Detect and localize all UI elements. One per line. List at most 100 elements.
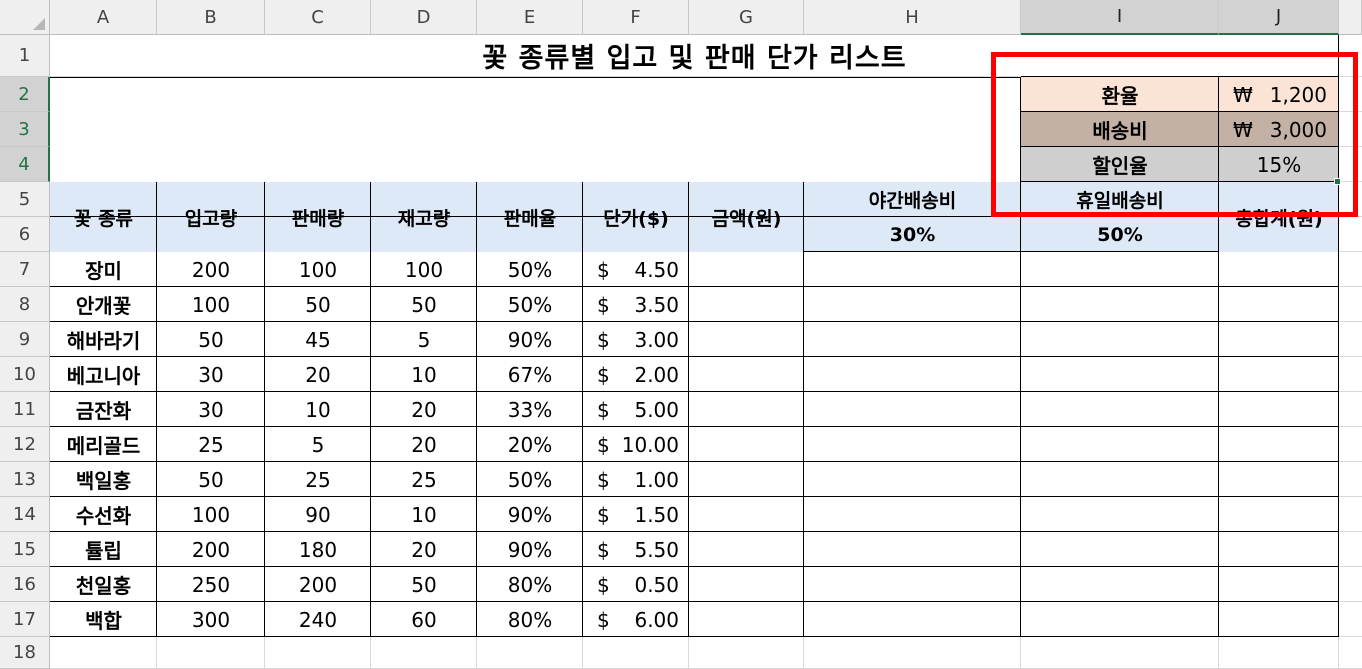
stock-qty[interactable]: 100 bbox=[371, 252, 477, 287]
empty-cell[interactable] bbox=[689, 252, 804, 287]
sell-rate[interactable]: 80% bbox=[477, 567, 583, 602]
row-header-17[interactable]: 17 bbox=[0, 602, 50, 637]
sell-rate[interactable]: 90% bbox=[477, 532, 583, 567]
empty-cell[interactable] bbox=[1219, 497, 1339, 532]
in-qty[interactable]: 100 bbox=[157, 287, 265, 322]
stock-qty[interactable]: 10 bbox=[371, 497, 477, 532]
column-header-g[interactable]: G bbox=[689, 0, 804, 35]
stock-qty[interactable]: 25 bbox=[371, 462, 477, 497]
row-header-6[interactable]: 6 bbox=[0, 217, 50, 252]
column-header-d[interactable]: D bbox=[371, 0, 477, 35]
header-price[interactable]: 단가($) bbox=[583, 182, 689, 252]
empty-cell[interactable] bbox=[689, 532, 804, 567]
flower-name[interactable]: 수선화 bbox=[50, 497, 157, 532]
empty-cell[interactable] bbox=[689, 462, 804, 497]
stock-qty[interactable]: 20 bbox=[371, 427, 477, 462]
column-header-i[interactable]: I bbox=[1021, 0, 1219, 35]
flower-name[interactable]: 장미 bbox=[50, 252, 157, 287]
sell-rate[interactable]: 80% bbox=[477, 602, 583, 637]
unit-price[interactable]: $1.50 bbox=[583, 497, 689, 532]
column-header-next[interactable] bbox=[1339, 0, 1362, 35]
row-header-1[interactable]: 1 bbox=[0, 35, 50, 77]
unit-price[interactable]: $4.50 bbox=[583, 252, 689, 287]
stock-qty[interactable]: 10 bbox=[371, 357, 477, 392]
empty-cell[interactable] bbox=[1219, 322, 1339, 357]
sell-rate[interactable]: 90% bbox=[477, 497, 583, 532]
header-sold[interactable]: 판매량 bbox=[265, 182, 371, 252]
row-header-16[interactable]: 16 bbox=[0, 567, 50, 602]
sold-qty[interactable]: 20 bbox=[265, 357, 371, 392]
row-header-11[interactable]: 11 bbox=[0, 392, 50, 427]
in-qty[interactable]: 30 bbox=[157, 357, 265, 392]
unit-price[interactable]: $5.50 bbox=[583, 532, 689, 567]
row-header-12[interactable]: 12 bbox=[0, 427, 50, 462]
empty-cell[interactable] bbox=[1219, 602, 1339, 637]
empty-cell[interactable] bbox=[1021, 602, 1219, 637]
row-header-3[interactable]: 3 bbox=[0, 112, 50, 147]
flower-name[interactable]: 백합 bbox=[50, 602, 157, 637]
empty-cell[interactable] bbox=[804, 602, 1021, 637]
empty-cell[interactable] bbox=[1021, 532, 1219, 567]
unit-price[interactable]: $5.00 bbox=[583, 392, 689, 427]
sold-qty[interactable]: 45 bbox=[265, 322, 371, 357]
column-header-j[interactable]: J bbox=[1219, 0, 1339, 35]
empty-cell[interactable] bbox=[1219, 287, 1339, 322]
header-holiday-pct[interactable]: 50% bbox=[1021, 217, 1219, 252]
sold-qty[interactable]: 240 bbox=[265, 602, 371, 637]
empty-cell[interactable] bbox=[804, 252, 1021, 287]
empty-cell[interactable] bbox=[1021, 252, 1219, 287]
empty-cell[interactable] bbox=[689, 602, 804, 637]
in-qty[interactable]: 250 bbox=[157, 567, 265, 602]
empty-cell[interactable] bbox=[689, 392, 804, 427]
sell-rate[interactable]: 90% bbox=[477, 322, 583, 357]
unit-price[interactable]: $6.00 bbox=[583, 602, 689, 637]
empty-cell[interactable] bbox=[1021, 287, 1219, 322]
empty-cell[interactable] bbox=[689, 567, 804, 602]
flower-name[interactable]: 금잔화 bbox=[50, 392, 157, 427]
sold-qty[interactable]: 180 bbox=[265, 532, 371, 567]
empty-cell[interactable] bbox=[804, 357, 1021, 392]
select-all-corner[interactable] bbox=[0, 0, 50, 35]
stock-qty[interactable]: 5 bbox=[371, 322, 477, 357]
stock-qty[interactable]: 20 bbox=[371, 392, 477, 427]
sold-qty[interactable]: 90 bbox=[265, 497, 371, 532]
stock-qty[interactable]: 50 bbox=[371, 287, 477, 322]
header-amount[interactable]: 금액(원) bbox=[689, 182, 804, 252]
column-header-b[interactable]: B bbox=[157, 0, 265, 35]
sold-qty[interactable]: 50 bbox=[265, 287, 371, 322]
row-header-7[interactable]: 7 bbox=[0, 252, 50, 287]
row-header-9[interactable]: 9 bbox=[0, 322, 50, 357]
row-header-2[interactable]: 2 bbox=[0, 77, 50, 112]
stock-qty[interactable]: 50 bbox=[371, 567, 477, 602]
header-kind[interactable]: 꽃 종류 bbox=[50, 182, 157, 252]
empty-cell[interactable] bbox=[1021, 357, 1219, 392]
empty-cell[interactable] bbox=[1219, 532, 1339, 567]
column-header-a[interactable]: A bbox=[50, 0, 157, 35]
empty-cell[interactable] bbox=[689, 427, 804, 462]
stock-qty[interactable]: 60 bbox=[371, 602, 477, 637]
in-qty[interactable]: 200 bbox=[157, 252, 265, 287]
flower-name[interactable]: 메리골드 bbox=[50, 427, 157, 462]
empty-cell[interactable] bbox=[1021, 322, 1219, 357]
header-in[interactable]: 입고량 bbox=[157, 182, 265, 252]
empty-cell[interactable] bbox=[1021, 497, 1219, 532]
empty-cell[interactable] bbox=[1219, 427, 1339, 462]
in-qty[interactable]: 25 bbox=[157, 427, 265, 462]
empty-cell[interactable] bbox=[1219, 392, 1339, 427]
in-qty[interactable]: 30 bbox=[157, 392, 265, 427]
sell-rate[interactable]: 33% bbox=[477, 392, 583, 427]
row-header-13[interactable]: 13 bbox=[0, 462, 50, 497]
in-qty[interactable]: 300 bbox=[157, 602, 265, 637]
in-qty[interactable]: 100 bbox=[157, 497, 265, 532]
empty-cell[interactable] bbox=[689, 322, 804, 357]
unit-price[interactable]: $3.00 bbox=[583, 322, 689, 357]
sold-qty[interactable]: 5 bbox=[265, 427, 371, 462]
empty-cell[interactable] bbox=[1219, 252, 1339, 287]
empty-cell[interactable] bbox=[1219, 567, 1339, 602]
sell-rate[interactable]: 50% bbox=[477, 287, 583, 322]
empty-cell[interactable] bbox=[1219, 462, 1339, 497]
unit-price[interactable]: $3.50 bbox=[583, 287, 689, 322]
row-header-5[interactable]: 5 bbox=[0, 182, 50, 217]
empty-cell[interactable] bbox=[689, 497, 804, 532]
column-header-f[interactable]: F bbox=[583, 0, 689, 35]
